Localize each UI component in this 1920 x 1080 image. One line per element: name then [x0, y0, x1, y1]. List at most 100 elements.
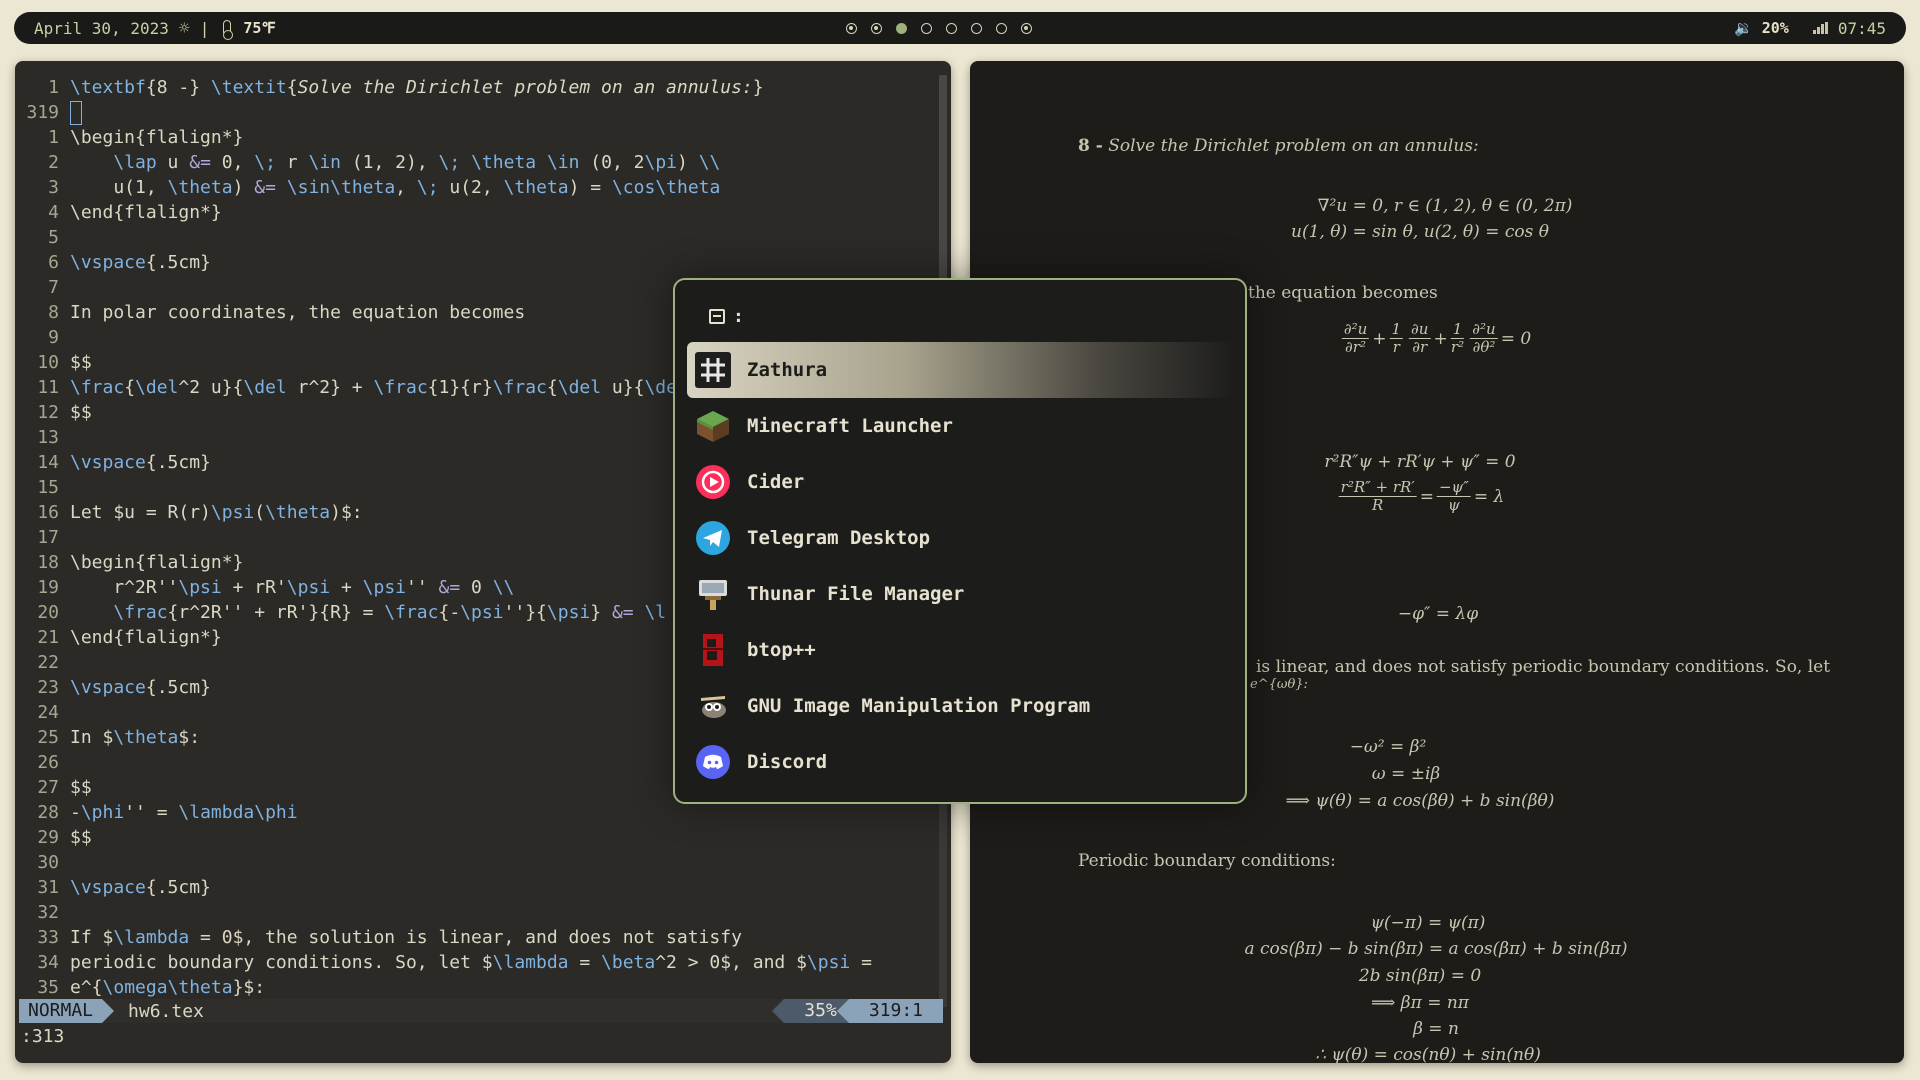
editor-line[interactable]: 6 \vspace{.5cm}: [15, 250, 951, 275]
line-code[interactable]: If $\lambda = 0$, the solution is linear…: [70, 925, 742, 950]
frac-den: ∂r: [1412, 338, 1428, 356]
line-code[interactable]: e^{\omega\theta}$:: [70, 975, 265, 1000]
line-code[interactable]: $$: [70, 775, 92, 800]
workspace-dot-4[interactable]: [921, 22, 932, 34]
launcher-item-label: Telegram Desktop: [747, 527, 931, 549]
launcher-item-gimp[interactable]: GNU Image Manipulation Program: [687, 678, 1235, 734]
line-number: 11: [37, 377, 59, 398]
top-bar-left: April 30, 2023 ☼ | 75℉: [34, 12, 276, 44]
launcher-item-label: Minecraft Launcher: [747, 415, 953, 437]
line-code[interactable]: \lap u &= 0, \; r \in (1, 2), \; \theta …: [70, 150, 720, 175]
equation-boundary: u(1, θ) = sin θ, u(2, θ) = cos θ: [1291, 222, 1549, 242]
editor-line[interactable]: 30: [15, 850, 951, 875]
workspace-dot-3[interactable]: [896, 22, 907, 34]
gimp-icon: [693, 686, 733, 726]
editor-line[interactable]: 5: [15, 225, 951, 250]
frac-num: ∂²u: [1341, 320, 1370, 339]
command-line[interactable]: :313: [21, 1026, 64, 1047]
launcher-item-minecraft[interactable]: Minecraft Launcher: [687, 398, 1235, 454]
status-line: NORMAL hw6.tex 35% 319:1: [19, 999, 943, 1023]
editor-line[interactable]: 34 periodic boundary conditions. So, let …: [15, 950, 951, 975]
launcher-prompt[interactable]: :: [709, 306, 744, 327]
line-code[interactable]: $$: [70, 400, 92, 425]
line-code[interactable]: r^2R''\psi + rR'\psi + \psi'' &= 0 \\: [70, 575, 514, 600]
editor-line[interactable]: 31 \vspace{.5cm}: [15, 875, 951, 900]
thermometer-icon: [223, 20, 234, 40]
line-code[interactable]: \vspace{.5cm}: [70, 250, 211, 275]
prompt-text: :: [733, 306, 744, 327]
line-number: 3: [48, 177, 59, 198]
line-number: 7: [48, 277, 59, 298]
line-code[interactable]: \begin{flalign*}: [70, 550, 243, 575]
line-number: 19: [37, 577, 59, 598]
line-number: 17: [37, 527, 59, 548]
editor-line[interactable]: 319: [15, 100, 951, 125]
editor-line[interactable]: 29 $$: [15, 825, 951, 850]
line-code[interactable]: $$: [70, 350, 92, 375]
equation-tail: = λ: [1473, 486, 1505, 507]
line-number: 9: [48, 327, 59, 348]
frac-den: r: [1392, 338, 1400, 356]
line-number: 8: [48, 302, 59, 323]
workspace-dot-2[interactable]: [871, 22, 882, 34]
launcher-item-discord[interactable]: Discord: [687, 734, 1235, 790]
line-code[interactable]: \end{flalign*}: [70, 625, 222, 650]
line-code[interactable]: \end{flalign*}: [70, 200, 222, 225]
line-number: 18: [37, 552, 59, 573]
editor-line[interactable]: 35 e^{\omega\theta}$:: [15, 975, 951, 1000]
line-code[interactable]: \frac{r^2R'' + rR'}{R} = \frac{-\psi''}{…: [70, 600, 666, 625]
line-number: 21: [37, 627, 59, 648]
top-bar-right: 🔉 20% 07:45: [1734, 12, 1886, 44]
line-code[interactable]: In $\theta$:: [70, 725, 200, 750]
launcher-item-btop[interactable]: btop++: [687, 622, 1235, 678]
line-code[interactable]: \frac{\del^2 u}{\del r^2} + \frac{1}{r}\…: [70, 375, 688, 400]
editor-line[interactable]: 3 u(1, \theta) &= \sin\theta, \; u(2, \t…: [15, 175, 951, 200]
line-number: 22: [37, 652, 59, 673]
editor-line[interactable]: 2 \lap u &= 0, \; r \in (1, 2), \; \thet…: [15, 150, 951, 175]
line-code[interactable]: periodic boundary conditions. So, let $\…: [70, 950, 872, 975]
line-number: 35: [37, 977, 59, 998]
text-polar: the equation becomes: [1248, 283, 1438, 303]
sun-icon: ☼: [178, 17, 190, 39]
workspace-dot-8[interactable]: [1021, 22, 1032, 34]
launcher-item-label: Discord: [747, 751, 828, 773]
line-code[interactable]: Let $u = R(r)\psi(\theta)$:: [70, 500, 363, 525]
zathura-icon: [693, 350, 733, 390]
line-code[interactable]: \vspace{.5cm}: [70, 450, 211, 475]
workspace-dot-6[interactable]: [971, 22, 982, 34]
line-code[interactable]: \begin{flalign*}: [70, 125, 243, 150]
line-number: 13: [37, 427, 59, 448]
line-number: 10: [37, 352, 59, 373]
equation-omega1: −ω² = β²: [1349, 737, 1427, 757]
equation-phi: −φ″ = λφ: [1397, 604, 1479, 624]
line-code[interactable]: \vspace{.5cm}: [70, 875, 211, 900]
text-linear: is linear, and does not satisfy periodic…: [1256, 657, 1831, 677]
workspace-dot-1[interactable]: [846, 22, 857, 34]
line-code[interactable]: [70, 100, 82, 125]
launcher-list: Zathura Minecraft Launcher Cider Telegram D…: [687, 342, 1235, 790]
line-code[interactable]: -\phi'' = \lambda\phi: [70, 800, 298, 825]
frac-num: 1: [1389, 320, 1404, 339]
equation-omega2: ω = ±iβ: [1371, 764, 1441, 784]
app-launcher[interactable]: : Zathura Minecraft Launcher Cider Telegram…: [673, 278, 1247, 804]
line-code[interactable]: \vspace{.5cm}: [70, 675, 211, 700]
line-code[interactable]: In polar coordinates, the equation becom…: [70, 300, 525, 325]
launcher-item-zathura[interactable]: Zathura: [687, 342, 1235, 398]
frac-num: −ψ″: [1436, 478, 1471, 497]
line-number: 29: [37, 827, 59, 848]
editor-line[interactable]: 4 \end{flalign*}: [15, 200, 951, 225]
line-code[interactable]: u(1, \theta) &= \sin\theta, \; u(2, \the…: [70, 175, 720, 200]
editor-line[interactable]: 33 If $\lambda = 0$, the solution is line…: [15, 925, 951, 950]
workspace-dot-5[interactable]: [946, 22, 957, 34]
launcher-item-cider[interactable]: Cider: [687, 454, 1235, 510]
volume-label[interactable]: 🔉 20%: [1734, 19, 1789, 37]
launcher-item-thunar[interactable]: Thunar File Manager: [687, 566, 1235, 622]
editor-line[interactable]: 1 \textbf{8 -} \textit{Solve the Dirichle…: [15, 75, 951, 100]
editor-line[interactable]: 1 \begin{flalign*}: [15, 125, 951, 150]
equation-bc3: 2b sin(βπ) = 0: [1358, 966, 1482, 986]
workspace-dot-7[interactable]: [996, 22, 1007, 34]
line-code[interactable]: \textbf{8 -} \textit{Solve the Dirichlet…: [70, 75, 764, 100]
editor-line[interactable]: 32: [15, 900, 951, 925]
launcher-item-telegram[interactable]: Telegram Desktop: [687, 510, 1235, 566]
line-code[interactable]: $$: [70, 825, 92, 850]
